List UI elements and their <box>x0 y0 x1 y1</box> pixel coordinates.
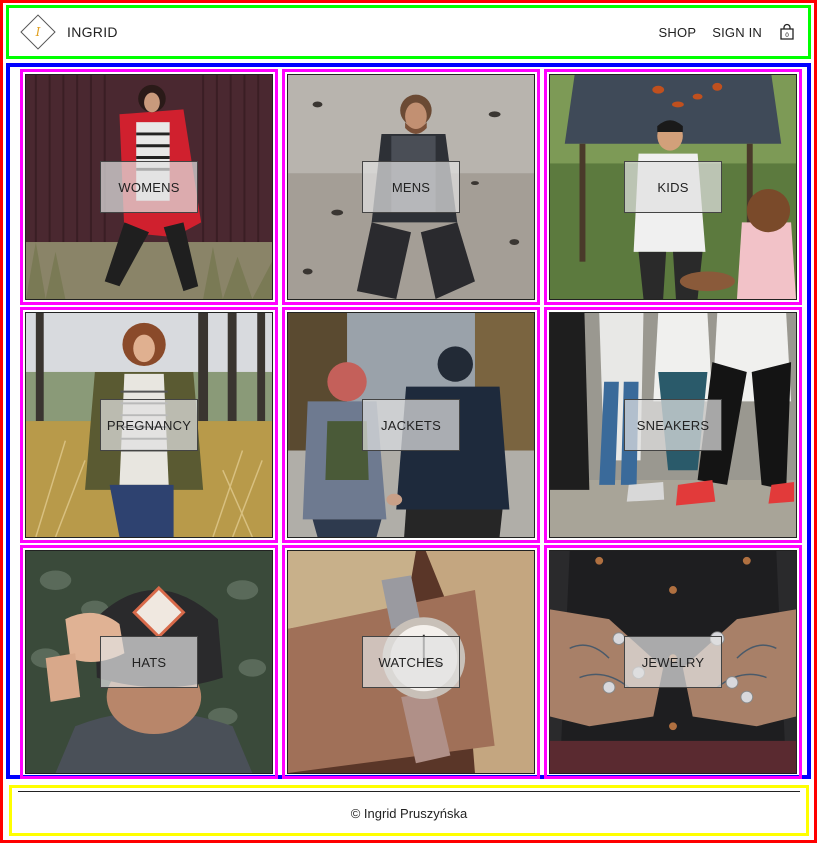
category-label: WATCHES <box>362 636 460 688</box>
diamond-logo-icon: I <box>20 14 56 50</box>
category-tile-pregnancy[interactable]: PREGNANCY <box>20 307 278 543</box>
cart-count: 0 <box>785 32 789 39</box>
category-grid: WOMENS MENS KIDS PREGNANCY JACKETS SNEAK… <box>20 69 802 779</box>
category-label: KIDS <box>624 161 722 213</box>
brand-name: INGRID <box>67 24 118 40</box>
category-tile-mens[interactable]: MENS <box>282 69 540 305</box>
category-label: HATS <box>100 636 198 688</box>
category-label: SNEAKERS <box>624 399 722 451</box>
main-nav: SHOP SIGN IN 0 <box>659 23 796 41</box>
category-tile-sneakers[interactable]: SNEAKERS <box>544 307 802 543</box>
category-label: MENS <box>362 161 460 213</box>
nav-sign-in-link[interactable]: SIGN IN <box>712 25 762 40</box>
footer-divider <box>18 791 800 792</box>
category-tile-jewelry[interactable]: JEWELRY <box>544 545 802 779</box>
site-header: I INGRID SHOP SIGN IN 0 <box>6 5 811 59</box>
category-label: WOMENS <box>100 161 198 213</box>
nav-shop-link[interactable]: SHOP <box>659 25 697 40</box>
shopping-bag-icon[interactable]: 0 <box>778 23 796 41</box>
category-tile-watches[interactable]: WATCHES <box>282 545 540 779</box>
category-tile-jackets[interactable]: JACKETS <box>282 307 540 543</box>
site-footer: © Ingrid Pruszyńska <box>9 785 809 836</box>
category-grid-container: WOMENS MENS KIDS PREGNANCY JACKETS SNEAK… <box>6 63 811 779</box>
svg-text:I: I <box>35 25 41 39</box>
category-tile-kids[interactable]: KIDS <box>544 69 802 305</box>
category-label: PREGNANCY <box>100 399 198 451</box>
category-tile-hats[interactable]: HATS <box>20 545 278 779</box>
copyright-text: © Ingrid Pruszyńska <box>350 806 468 821</box>
brand[interactable]: I INGRID <box>19 13 118 51</box>
category-tile-womens[interactable]: WOMENS <box>20 69 278 305</box>
category-label: JEWELRY <box>624 636 722 688</box>
category-label: JACKETS <box>362 399 460 451</box>
